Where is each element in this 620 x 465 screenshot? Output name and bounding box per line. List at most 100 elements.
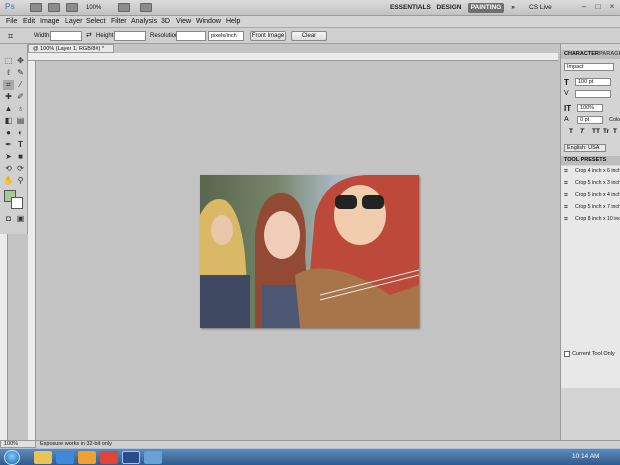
language-select[interactable]: English: USA: [564, 144, 606, 152]
menu-bar: File Edit Image Layer Select Filter Anal…: [0, 16, 620, 28]
app-taskbar-icon[interactable]: [144, 451, 162, 464]
menu-image[interactable]: Image: [40, 16, 59, 28]
photoshop-taskbar-icon[interactable]: [122, 451, 140, 464]
menu-file[interactable]: File: [6, 16, 17, 28]
pen-tool-icon[interactable]: ✒: [3, 140, 14, 150]
screen-mode-icon[interactable]: [140, 3, 152, 12]
lasso-tool-icon[interactable]: ℓ: [3, 68, 14, 78]
start-button[interactable]: [4, 450, 20, 465]
width-label: Width:: [34, 33, 52, 39]
blur-tool-icon[interactable]: ●: [3, 128, 14, 138]
faux-italic-button[interactable]: T: [580, 128, 584, 135]
chrome-taskbar-icon[interactable]: [100, 451, 118, 464]
healing-brush-tool-icon[interactable]: ✚: [3, 92, 14, 102]
menu-edit[interactable]: Edit: [23, 16, 35, 28]
crop-preset-icon: ⌗: [564, 216, 568, 223]
eyedropper-tool-icon[interactable]: ⁄: [15, 80, 26, 90]
vertical-scale-icon: IT: [564, 104, 572, 113]
small-caps-button[interactable]: Tr: [603, 128, 609, 135]
zoom-level-select[interactable]: 100%: [82, 3, 112, 13]
vertical-ruler-lower: [0, 234, 8, 440]
current-tool-only-label: Current Tool Only: [572, 351, 615, 357]
more-workspaces-button[interactable]: »: [508, 3, 518, 13]
font-size-input[interactable]: 100 pt: [575, 78, 611, 86]
type-tool-icon[interactable]: T: [15, 140, 26, 150]
font-family-select[interactable]: Impact: [564, 63, 614, 71]
vertical-ruler: [28, 61, 36, 440]
kerning-input[interactable]: [575, 90, 611, 98]
shape-tool-icon[interactable]: ■: [15, 152, 26, 162]
tab-paragraph[interactable]: PARAGR: [599, 50, 620, 59]
crop-tool-icon[interactable]: ⌗: [3, 80, 14, 90]
zoom-tool-icon[interactable]: ⚲: [15, 176, 26, 186]
baseline-shift-input[interactable]: 0 pt: [577, 116, 603, 124]
workspace-painting[interactable]: PAINTING: [468, 3, 504, 13]
explorer-taskbar-icon[interactable]: [34, 451, 52, 464]
workspace-essentials[interactable]: ESSENTIALS: [390, 3, 431, 13]
3d-rotate-tool-icon[interactable]: ⟲: [3, 164, 14, 174]
cs-live-button[interactable]: CS Live: [529, 3, 569, 13]
right-panel-dock: CHARACTER PARAGR Impact T 100 pt V IT 10…: [560, 44, 620, 440]
options-bar: ⌗ Width: ⇄ Height: Resolution: pixels/in…: [0, 28, 620, 44]
eraser-tool-icon[interactable]: ◧: [3, 116, 14, 126]
height-input[interactable]: [114, 31, 146, 41]
minimize-icon[interactable]: –: [578, 2, 590, 13]
width-input[interactable]: [50, 31, 82, 41]
path-selection-tool-icon[interactable]: ➤: [3, 152, 14, 162]
move-tool-icon[interactable]: ✥: [15, 56, 26, 66]
status-zoom-field[interactable]: 100%: [0, 440, 36, 448]
character-panel-tabs: CHARACTER PARAGR: [561, 50, 620, 59]
current-tool-only-checkbox[interactable]: [564, 351, 570, 357]
menu-help[interactable]: Help: [226, 16, 240, 28]
workspace-design[interactable]: DESIGN: [434, 3, 464, 13]
maximize-icon[interactable]: □: [592, 2, 604, 13]
mini-bridge-icon[interactable]: [48, 3, 60, 12]
brush-tool-icon[interactable]: ✐: [15, 92, 26, 102]
quick-mask-icon[interactable]: ◘: [3, 214, 14, 224]
gradient-tool-icon[interactable]: ▤: [15, 116, 26, 126]
faux-bold-button[interactable]: T: [569, 128, 573, 135]
superscript-button[interactable]: T: [613, 128, 617, 135]
quick-selection-tool-icon[interactable]: ✎: [15, 68, 26, 78]
vertical-scale-input[interactable]: 100%: [577, 104, 603, 112]
menu-filter[interactable]: Filter: [111, 16, 127, 28]
clone-stamp-tool-icon[interactable]: ▲: [3, 104, 14, 114]
all-caps-button[interactable]: TT: [592, 128, 600, 135]
menu-window[interactable]: Window: [196, 16, 221, 28]
clear-button[interactable]: Clear: [291, 31, 327, 41]
menu-view[interactable]: View: [176, 16, 191, 28]
view-extras-icon[interactable]: [66, 3, 78, 12]
menu-select[interactable]: Select: [86, 16, 105, 28]
close-icon[interactable]: ×: [606, 2, 618, 13]
tab-character[interactable]: CHARACTER: [564, 50, 599, 59]
menu-analysis[interactable]: Analysis: [131, 16, 157, 28]
front-image-button[interactable]: Front Image: [250, 31, 286, 41]
taskbar-clock[interactable]: 10:14 AM: [572, 452, 612, 462]
arrange-documents-icon[interactable]: [118, 3, 130, 12]
crop-preset-icon: ⌗: [564, 180, 568, 187]
swap-dimensions-icon[interactable]: ⇄: [86, 31, 94, 41]
height-label: Height:: [96, 33, 116, 39]
photo-graphic: [200, 175, 419, 328]
media-taskbar-icon[interactable]: [78, 451, 96, 464]
screen-mode-tool-icon[interactable]: ▣: [15, 214, 26, 224]
crop-preset-icon: ⌗: [564, 168, 568, 175]
document-tab[interactable]: @ 100% (Layer 1, RGB/8#) *: [28, 44, 114, 53]
crop-tool-preset-icon[interactable]: ⌗: [8, 31, 22, 41]
history-brush-tool-icon[interactable]: ♁: [15, 104, 26, 114]
document-image[interactable]: [200, 175, 419, 328]
baseline-shift-icon: A: [564, 116, 569, 123]
hand-tool-icon[interactable]: ✋: [3, 176, 14, 186]
dodge-tool-icon[interactable]: ◐: [15, 128, 26, 138]
menu-layer[interactable]: Layer: [65, 16, 83, 28]
tool-presets-header[interactable]: TOOL PRESETS: [561, 156, 620, 165]
bridge-icon[interactable]: [30, 3, 42, 12]
3d-orbit-tool-icon[interactable]: ⟳: [15, 164, 26, 174]
menu-3d[interactable]: 3D: [161, 16, 170, 28]
background-color-swatch[interactable]: [11, 197, 23, 209]
crop-preset-icon: ⌗: [564, 204, 568, 211]
marquee-tool-icon[interactable]: ⬚: [3, 56, 14, 66]
resolution-unit-select[interactable]: pixels/inch: [208, 31, 244, 41]
ie-taskbar-icon[interactable]: [56, 451, 74, 464]
resolution-input[interactable]: [176, 31, 206, 41]
